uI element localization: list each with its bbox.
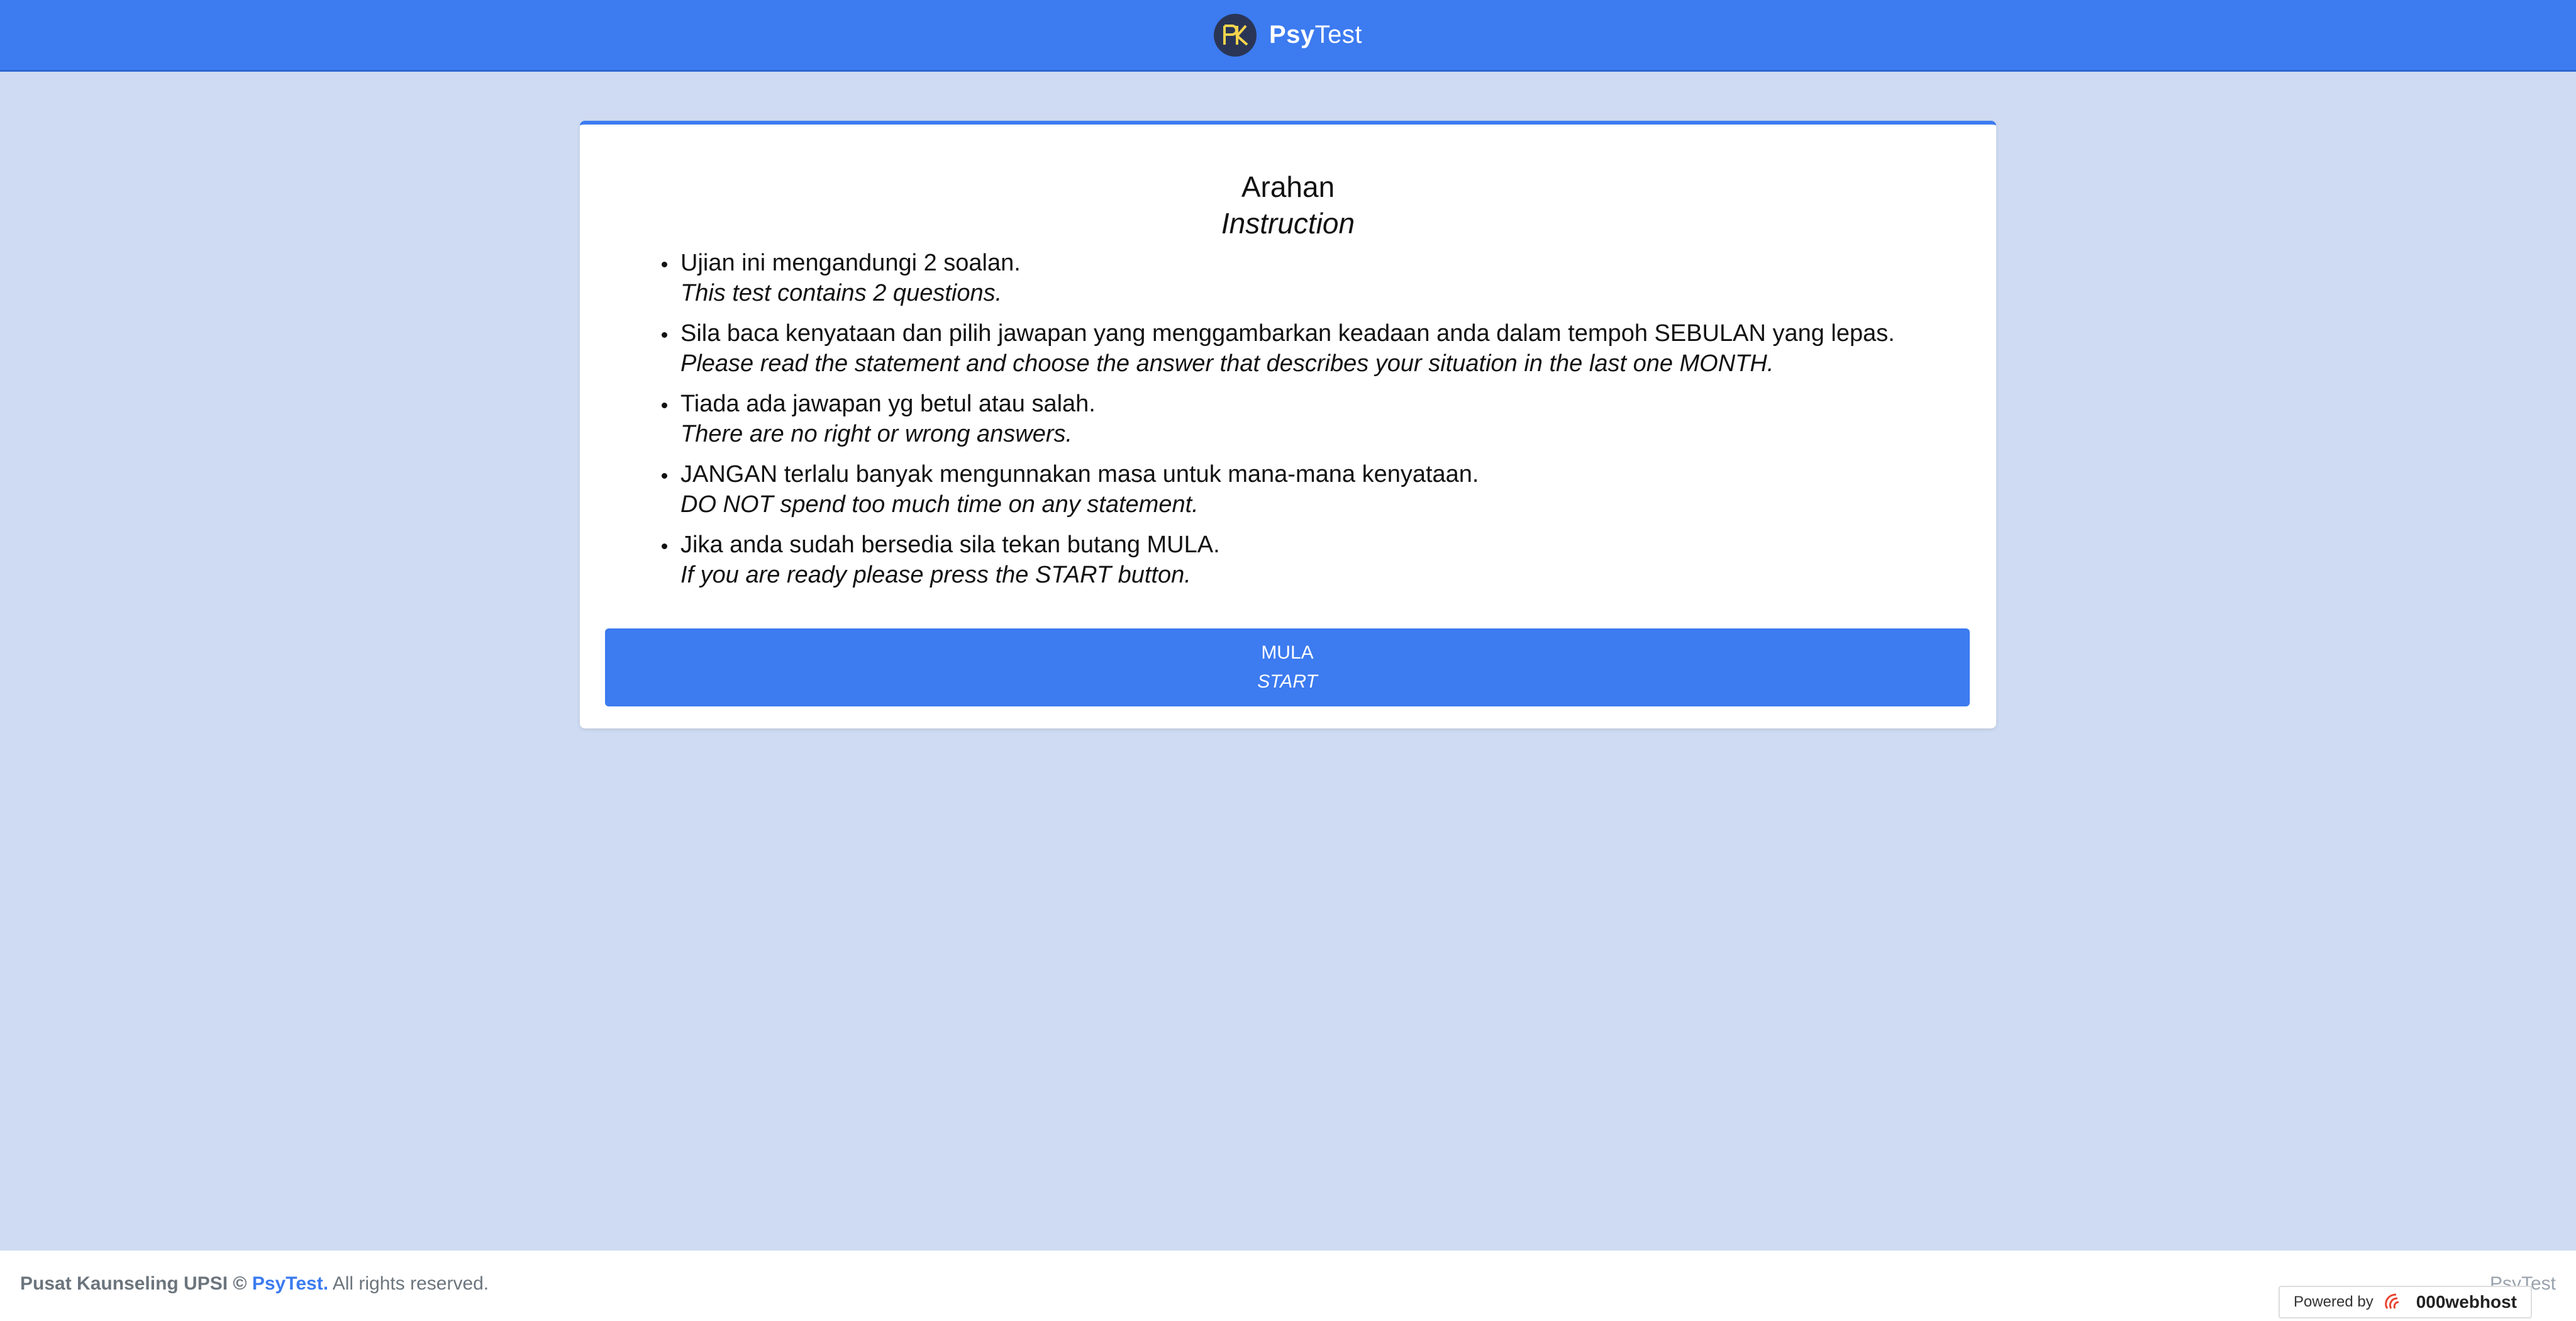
pk-logo-glyph bbox=[1223, 24, 1248, 46]
instruction-item: Ujian ini mengandungi 2 soalan. This tes… bbox=[662, 248, 1895, 308]
footer-copyright: Pusat Kaunseling UPSI © PsyTest. All rig… bbox=[20, 1273, 489, 1295]
instruction-text-ms: Tiada ada jawapan yg betul atau salah. bbox=[680, 391, 1096, 417]
powered-by-badge[interactable]: Powered by 000webhost bbox=[2278, 1286, 2532, 1318]
instruction-item: JANGAN terlalu banyak mengunnakan masa u… bbox=[662, 459, 1895, 520]
card-subtitle: Instruction bbox=[1221, 207, 1355, 240]
instruction-text-en: Please read the statement and choose the… bbox=[680, 350, 1774, 377]
pk-logo-icon[interactable] bbox=[1213, 13, 1257, 57]
instruction-card: Arahan Instruction Ujian ini mengandungi… bbox=[580, 121, 1996, 728]
footer-rights: All rights reserved. bbox=[332, 1273, 489, 1294]
instruction-item: Tiada ada jawapan yg betul atau salah. T… bbox=[662, 389, 1895, 449]
instruction-text-ms: JANGAN terlalu banyak mengunnakan masa u… bbox=[680, 461, 1479, 488]
webhost-logo-icon bbox=[2384, 1293, 2399, 1309]
bullet-icon bbox=[662, 403, 667, 408]
top-navbar: PsyTest bbox=[0, 0, 2576, 72]
page-footer: Pusat Kaunseling UPSI © PsyTest. All rig… bbox=[0, 1251, 2576, 1321]
instruction-item: Sila baca kenyataan dan pilih jawapan ya… bbox=[662, 318, 1895, 379]
bullet-icon bbox=[662, 543, 667, 549]
powered-by-label: Powered by bbox=[2293, 1293, 2373, 1310]
footer-org: Pusat Kaunseling UPSI © bbox=[20, 1273, 247, 1294]
brand-light: Test bbox=[1314, 21, 1363, 48]
instruction-text-en: DO NOT spend too much time on any statem… bbox=[680, 491, 1199, 518]
brand-name[interactable]: PsyTest bbox=[1269, 21, 1362, 49]
instruction-text-en: There are no right or wrong answers. bbox=[680, 421, 1073, 447]
footer-brand-link[interactable]: PsyTest. bbox=[252, 1273, 328, 1294]
instruction-text-en: This test contains 2 questions. bbox=[680, 280, 1002, 306]
brand-bold: Psy bbox=[1269, 21, 1315, 48]
instruction-text-ms: Ujian ini mengandungi 2 soalan. bbox=[680, 250, 1021, 276]
card-title: Arahan bbox=[1241, 170, 1335, 203]
bullet-icon bbox=[662, 262, 667, 267]
webhost-name: 000webhost bbox=[2416, 1292, 2517, 1312]
start-button[interactable]: MULA START bbox=[605, 628, 1970, 706]
instruction-item: Jika anda sudah bersedia sila tekan buta… bbox=[662, 530, 1895, 590]
bullet-icon bbox=[662, 332, 667, 338]
instruction-list: Ujian ini mengandungi 2 soalan. This tes… bbox=[662, 248, 1895, 600]
instruction-text-ms: Jika anda sudah bersedia sila tekan buta… bbox=[680, 532, 1220, 558]
start-label-en: START bbox=[1257, 671, 1318, 692]
bullet-icon bbox=[662, 473, 667, 479]
instruction-text-en: If you are ready please press the START … bbox=[680, 562, 1191, 588]
instruction-text-ms: Sila baca kenyataan dan pilih jawapan ya… bbox=[680, 320, 1895, 347]
start-label-ms: MULA bbox=[1261, 642, 1314, 663]
